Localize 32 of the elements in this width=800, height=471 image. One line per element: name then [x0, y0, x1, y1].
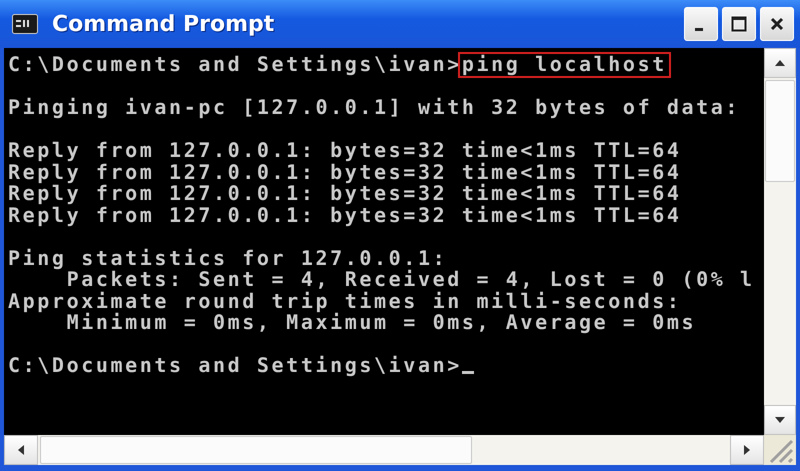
- minimize-button[interactable]: [684, 7, 718, 41]
- output-line: Approximate round trip times in milli-seconds:: [8, 290, 682, 312]
- prompt-text: C:\Documents and Settings\ivan>: [8, 355, 462, 376]
- output-line: Reply from 127.0.0.1: bytes=32 time<1ms TTL=64: [8, 204, 682, 226]
- prompt-text: C:\Documents and Settings\ivan>: [8, 54, 462, 76]
- maximize-icon: [731, 16, 747, 32]
- scroll-thumb[interactable]: [40, 436, 472, 464]
- maximize-button[interactable]: [722, 7, 756, 41]
- left-arrow-icon: [18, 445, 24, 455]
- scroll-left-button[interactable]: [4, 435, 38, 465]
- output-line: Ping statistics for 127.0.0.1:: [8, 248, 448, 269]
- window-title: Command Prompt: [52, 12, 274, 36]
- output-line: Reply from 127.0.0.1: bytes=32 time<1ms TTL=64: [8, 140, 682, 162]
- horizontal-scrollbar[interactable]: [4, 435, 764, 465]
- output-line: Reply from 127.0.0.1: bytes=32 time<1ms TTL=64: [8, 162, 682, 183]
- scroll-down-button[interactable]: [764, 405, 796, 435]
- console-icon: [12, 14, 38, 34]
- close-button[interactable]: [760, 7, 794, 41]
- close-icon: [770, 17, 784, 31]
- output-line: Pinging ivan-pc [127.0.0.1] with 32 bytes of data:: [8, 97, 740, 118]
- output-line: Packets: Sent = 4, Received = 4, Lost = 0 (0% l: [66, 269, 755, 290]
- up-arrow-icon: [775, 60, 785, 66]
- down-arrow-icon: [775, 417, 785, 423]
- scroll-thumb[interactable]: [765, 80, 795, 182]
- right-arrow-icon: [744, 445, 750, 455]
- minimize-icon: [695, 28, 703, 30]
- vertical-scrollbar[interactable]: [764, 48, 796, 435]
- command-text: ping localhost: [460, 54, 669, 76]
- output-line: Minimum = 0ms, Maximum = 0ms, Average = 0ms: [66, 312, 696, 334]
- output-line: Reply from 127.0.0.1: bytes=32 time<1ms TTL=64: [8, 183, 682, 204]
- scroll-right-button[interactable]: [730, 435, 764, 465]
- scroll-up-button[interactable]: [764, 48, 796, 78]
